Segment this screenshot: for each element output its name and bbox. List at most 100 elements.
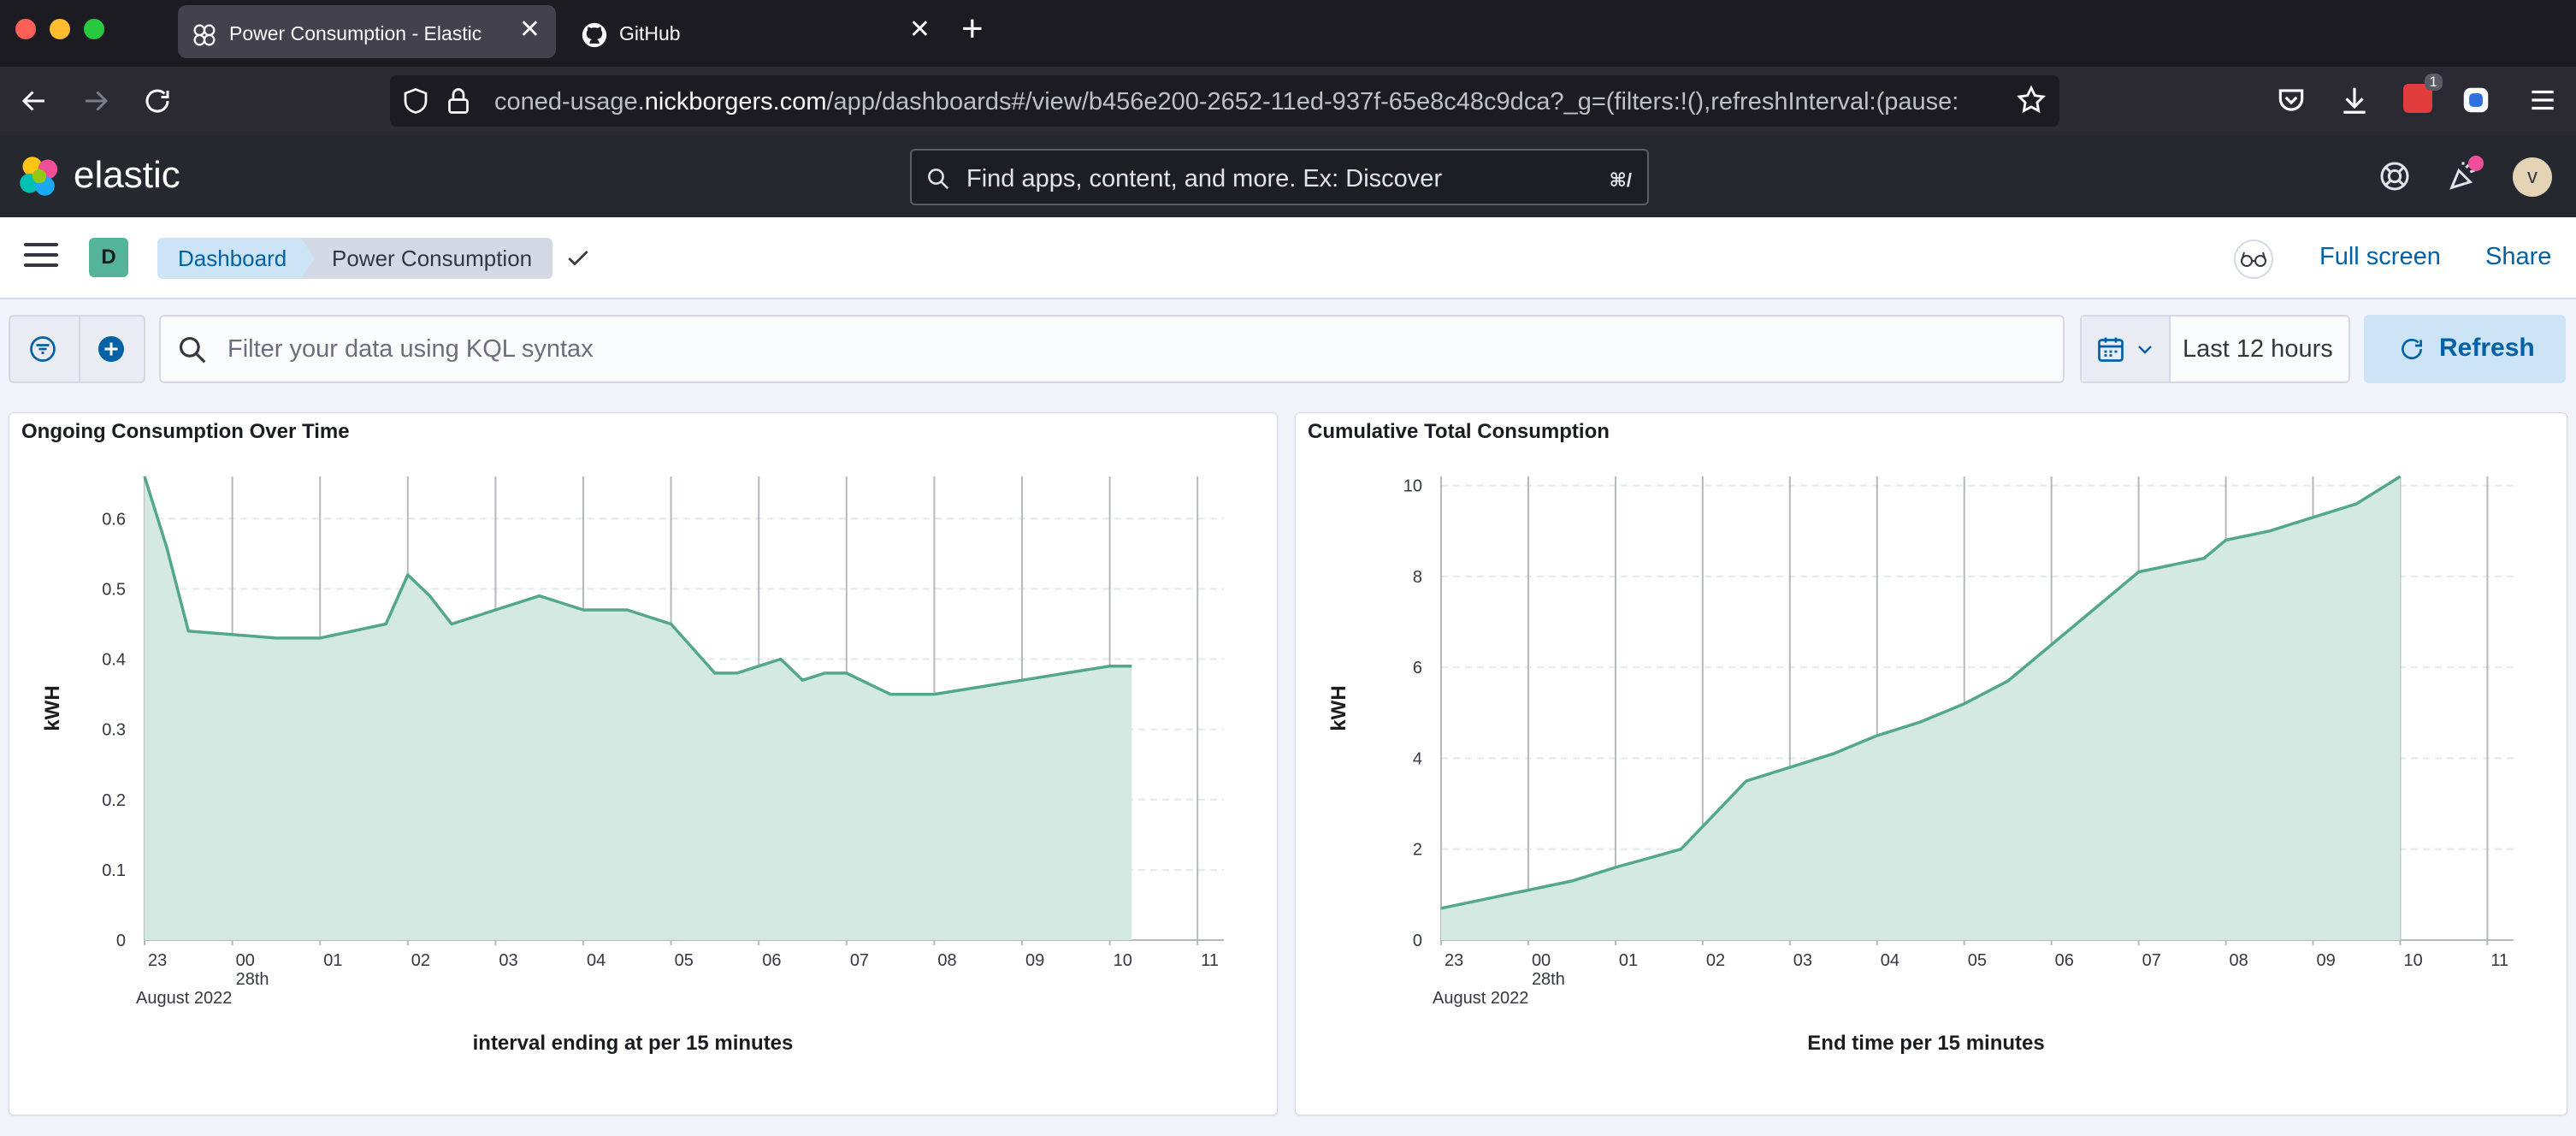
minimize-window-button[interactable]: [50, 19, 70, 39]
y-tick-label: 0.1: [102, 861, 126, 880]
y-tick-label: 0.2: [102, 791, 126, 810]
refresh-button[interactable]: Refresh: [2364, 315, 2566, 383]
y-tick-label: 0.4: [102, 651, 126, 670]
y-tick-label: 6: [1413, 659, 1422, 677]
date-picker[interactable]: Last 12 hours: [2080, 315, 2350, 383]
y-tick-label: 4: [1413, 749, 1422, 768]
search-icon: [179, 336, 206, 364]
kql-search-input[interactable]: Filter your data using KQL syntax: [159, 315, 2065, 383]
panel-title: Ongoing Consumption Over Time: [21, 420, 350, 443]
x-tick-label: 03: [499, 951, 517, 970]
x-tick-label: 00: [236, 951, 255, 970]
download-icon[interactable]: [2338, 84, 2371, 116]
account-icon[interactable]: [2460, 84, 2492, 116]
y-tick-label: 0.3: [102, 721, 126, 740]
arrow-right-icon: [86, 91, 109, 111]
reload-button[interactable]: [139, 82, 176, 120]
global-search-input[interactable]: Find apps, content, and more. Ex: Discov…: [910, 149, 1649, 205]
x-tick-label: 23: [1445, 951, 1463, 970]
series-area: [145, 476, 1132, 940]
date-label: August 2022: [1433, 989, 1528, 1008]
url-bar[interactable]: coned-usage.nickborgers.com/app/dashboar…: [390, 75, 2059, 127]
panel-ongoing-consumption: Ongoing Consumption Over Time 0 0.1 0.2 0.3…: [9, 412, 1278, 1115]
space-selector[interactable]: D: [89, 238, 128, 277]
tab-power-consumption[interactable]: Power Consumption - Elastic ✕: [178, 5, 556, 58]
tab-title: Power Consumption - Elastic: [229, 22, 482, 44]
x-tick-label: 06: [762, 951, 781, 970]
new-tab-button[interactable]: +: [961, 10, 984, 48]
hamburger-menu-icon[interactable]: [24, 243, 58, 270]
x-tick-label: 11: [1201, 951, 1219, 970]
maximize-window-button[interactable]: [84, 19, 104, 39]
close-window-button[interactable]: [15, 19, 36, 39]
add-filter-icon[interactable]: [96, 334, 127, 364]
elastic-logo-icon[interactable]: [17, 154, 62, 198]
view-mode-glasses-icon[interactable]: [2234, 240, 2273, 279]
calendar-icon: [2098, 337, 2124, 362]
kql-placeholder: Filter your data using KQL syntax: [227, 335, 594, 363]
ongoing-consumption-chart: 0 0.1 0.2 0.3 0.4 0.5 0.6 23 00 01 02 03 04 05 06 07 08 0…: [41, 476, 1224, 1055]
x-tick-label: 10: [1114, 951, 1132, 970]
x-tick-label: 05: [1968, 951, 1987, 970]
x-tick-label: 10: [2403, 951, 2422, 970]
date-sublabel: 28th: [1532, 970, 1565, 989]
breadcrumb-bar: D Dashboard Power Consumption Full scree…: [0, 217, 2576, 299]
x-tick-label: 09: [2317, 951, 2336, 970]
x-tick-label: 08: [2230, 951, 2248, 970]
x-tick-label: 01: [1619, 951, 1638, 970]
y-axis-title: kWH: [41, 685, 64, 731]
breadcrumb-dashboard[interactable]: Dashboard: [157, 238, 322, 279]
avatar[interactable]: v: [2513, 157, 2552, 197]
browser-tab-strip: Power Consumption - Elastic ✕ GitHub ✕ +: [0, 0, 2576, 67]
tab-title: GitHub: [619, 22, 681, 44]
full-screen-button[interactable]: Full screen: [2319, 243, 2441, 271]
kibana-header: elastic Find apps, content, and more. Ex…: [0, 135, 2576, 217]
y-tick-label: 2: [1413, 841, 1422, 860]
y-tick-label: 0.6: [102, 510, 126, 529]
close-tab-icon[interactable]: ✕: [519, 17, 541, 43]
y-axis-title: kWH: [1327, 685, 1350, 731]
y-tick-label: 0.5: [102, 580, 126, 599]
chevron-down-icon: [2138, 346, 2152, 354]
refresh-icon: [2402, 339, 2422, 359]
date-sublabel: 28th: [236, 970, 269, 989]
reload-icon: [145, 89, 169, 113]
x-tick-label: 06: [2055, 951, 2074, 970]
extension-icon[interactable]: 1: [2403, 74, 2443, 113]
help-icon[interactable]: [2378, 159, 2412, 193]
browser-nav-bar: coned-usage.nickborgers.com/app/dashboar…: [0, 67, 2576, 135]
share-button[interactable]: Share: [2485, 243, 2551, 271]
pocket-icon[interactable]: [2275, 84, 2307, 116]
x-tick-label: 04: [1881, 951, 1900, 970]
shield-icon: [404, 88, 428, 114]
search-icon: [928, 169, 949, 190]
x-tick-label: 08: [937, 951, 956, 970]
x-tick-label: 02: [411, 951, 430, 970]
app-menu-icon[interactable]: [2526, 84, 2559, 116]
x-axis-title: interval ending at per 15 minutes: [473, 1032, 794, 1055]
back-button[interactable]: [15, 82, 53, 120]
x-tick-label: 03: [1793, 951, 1812, 970]
x-tick-label: 11: [2490, 951, 2508, 970]
x-tick-label: 04: [587, 951, 606, 970]
time-range-label: Last 12 hours: [2183, 335, 2333, 363]
github-icon: [582, 22, 607, 48]
tab-github[interactable]: GitHub ✕: [568, 5, 946, 58]
arrow-left-icon: [21, 91, 44, 111]
cumulative-consumption-chart: 024681023 00 01 02 03 04 05 06 07 08 09 10 1128thAug…: [1327, 475, 2514, 1055]
y-tick-label: 10: [1403, 477, 1422, 496]
bookmark-star-icon[interactable]: [2015, 84, 2047, 116]
forward-button[interactable]: [77, 82, 115, 120]
query-bar: Filter your data using KQL syntax Last 1…: [0, 299, 2576, 393]
x-tick-label: 23: [148, 951, 167, 970]
filter-menu-icon[interactable]: [27, 334, 58, 364]
x-tick-label: 01: [323, 951, 342, 970]
date-label: August 2022: [136, 989, 232, 1008]
quick-select-button[interactable]: [2082, 317, 2171, 382]
search-shortcut: ⌘/: [1609, 169, 1632, 191]
elastic-icon: [193, 24, 216, 46]
extension-count: 1: [2424, 74, 2443, 91]
search-placeholder: Find apps, content, and more. Ex: Discov…: [966, 165, 1443, 192]
y-tick-label: 8: [1413, 568, 1422, 587]
close-tab-icon[interactable]: ✕: [909, 17, 931, 43]
